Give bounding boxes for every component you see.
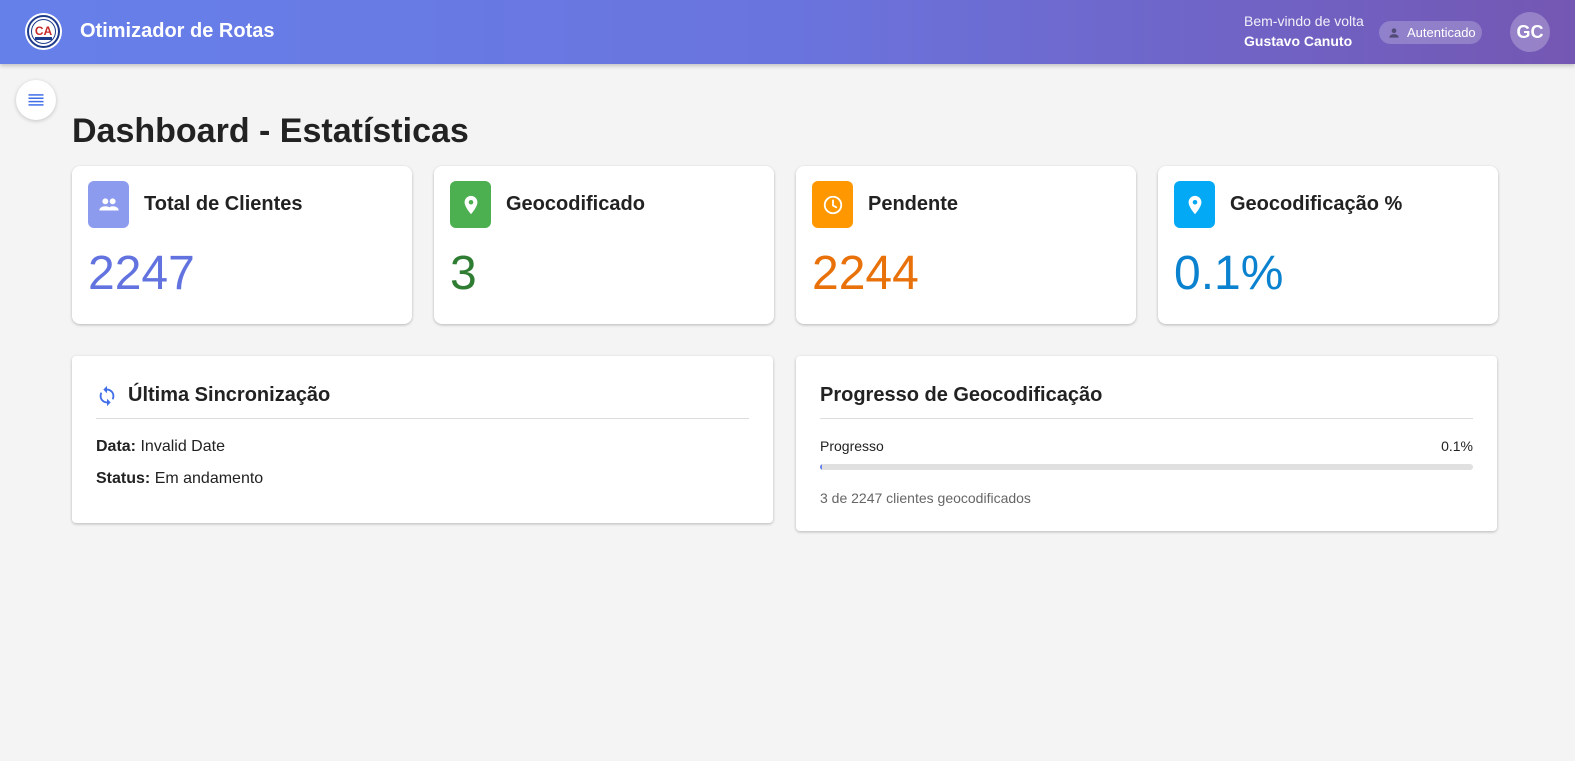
auth-status-chip: Autenticado [1379,21,1482,44]
app-logo[interactable]: CA [25,13,62,50]
stat-icon-box [812,181,853,228]
stat-label: Pendente [868,193,959,215]
sync-date-value: Invalid Date [140,438,225,455]
stat-value: 0.1% [1174,247,1284,300]
hamburger-menu-icon [28,94,44,106]
menu-button[interactable] [16,80,56,120]
clock-icon [823,195,842,214]
sync-status-label: Status: [96,470,151,487]
panel-title: Progresso de Geocodificação [820,384,1102,407]
stat-value: 2244 [812,247,919,300]
sync-title: Última Sincronização [128,384,331,406]
map-pin-icon [464,195,477,214]
stat-value: 2247 [88,247,195,300]
progress-caption: 3 de 2247 clientes geocodificados [820,490,1031,506]
progress-percent: 0.1% [1441,438,1473,454]
sync-status-value: Em andamento [154,470,264,487]
logo-emblem-icon: CA [27,15,60,48]
divider [820,418,1473,419]
sync-icon[interactable] [96,385,118,407]
auth-status-label: Autenticado [1407,25,1476,40]
stat-card-pending: Pendente 2244 [796,166,1136,324]
welcome-line: Bem-vindo de volta [1244,13,1364,29]
progress-bar [820,464,1473,470]
sync-date-row: Data: Invalid Date [96,438,225,456]
stat-label: Geocodificação % [1230,193,1403,215]
stat-label: Total de Clientes [144,193,303,215]
stat-card-geocoded: Geocodificado 3 [434,166,774,324]
user-avatar[interactable]: GC [1510,12,1550,52]
location-pin-icon [1188,195,1201,214]
stat-icon-box [1174,181,1215,228]
panel-title: Última Sincronização [96,384,330,407]
last-sync-panel: Última Sincronização Data: Invalid Date … [72,356,773,523]
stat-icon-box [88,181,129,228]
divider [96,418,749,419]
geocoding-progress-panel: Progresso de Geocodificação Progresso 0.… [796,356,1497,531]
stat-icon-box [450,181,491,228]
welcome-block: Bem-vindo de volta Gustavo Canuto [1244,13,1364,49]
sync-date-label: Data: [96,438,137,455]
user-name: Gustavo Canuto [1244,33,1353,49]
stat-value: 3 [450,247,477,300]
progress-bar-fill [820,464,822,470]
sync-status-row: Status: Em andamento [96,470,263,488]
app-title: Otimizador de Rotas [80,20,275,42]
top-app-bar: CA Otimizador de Rotas Bem-vindo de volt… [0,0,1575,64]
person-icon [1389,27,1399,38]
logo-text: CA [35,24,53,38]
stat-card-total-clients: Total de Clientes 2247 [72,166,412,324]
stat-label: Geocodificado [506,193,645,215]
page-title: Dashboard - Estatísticas [72,112,469,150]
people-icon [98,197,119,210]
stat-card-geocoding-percent: Geocodificação % 0.1% [1158,166,1498,324]
progress-label: Progresso [820,438,884,454]
progress-title: Progresso de Geocodificação [820,384,1103,406]
